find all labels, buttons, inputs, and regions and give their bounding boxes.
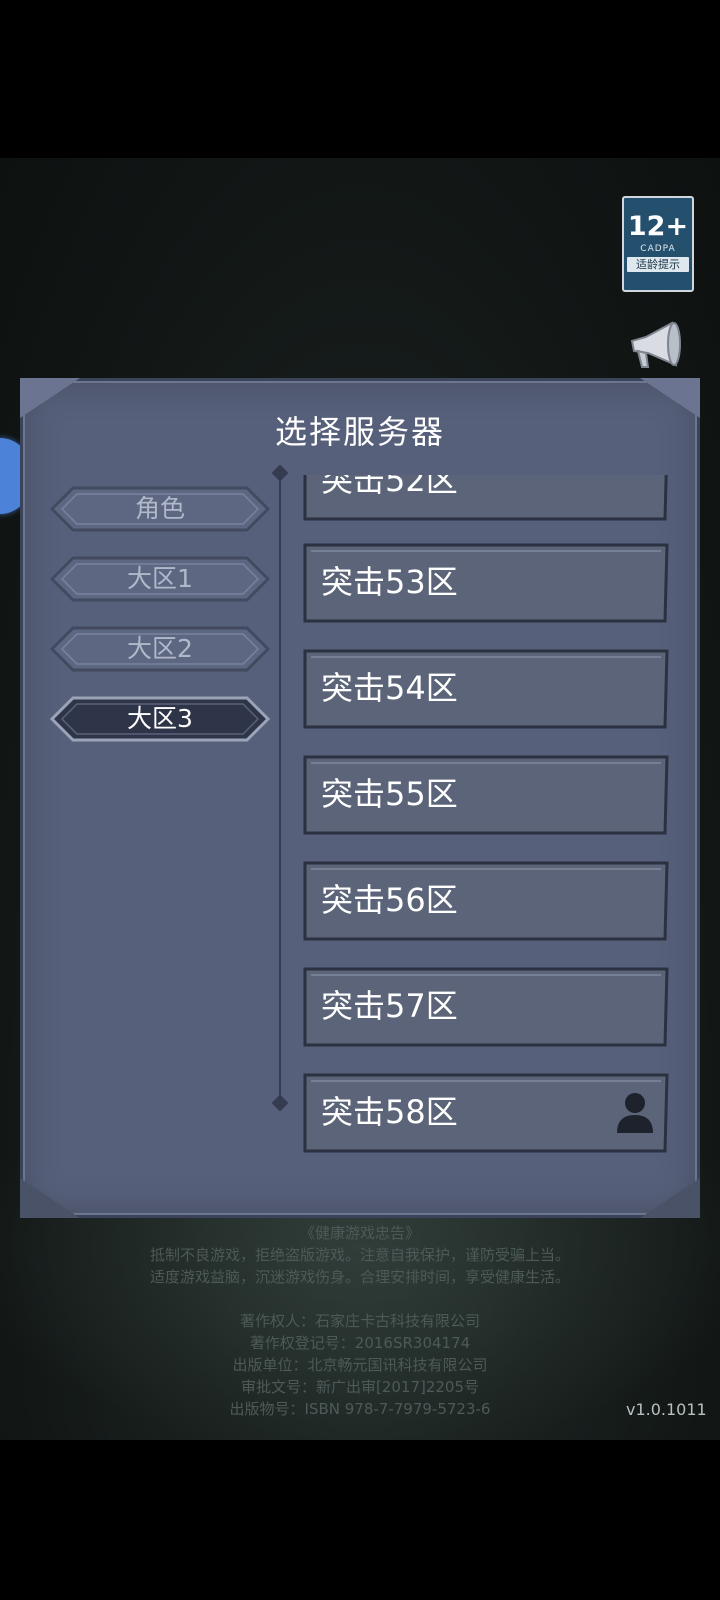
server-item[interactable]: 突击57区 xyxy=(303,965,669,1047)
server-name: 突击54区 xyxy=(321,669,458,707)
copyright-owner: 著作权人：石家庄卡古科技有限公司 xyxy=(239,1312,480,1330)
tab-region-1[interactable]: 大区1 xyxy=(49,555,271,603)
approval-number: 审批文号：新广出审[2017]2205号 xyxy=(240,1378,480,1396)
server-name: 突击53区 xyxy=(321,563,458,601)
dialog-title: 选择服务器 xyxy=(274,413,445,451)
tab-role[interactable]: 角色 xyxy=(49,485,271,533)
tab-region-3[interactable]: 大区3 xyxy=(49,695,271,743)
server-select-dialog: 选择服务器 角色 大区1 大区2 大区3 突击52区 突击53区 突击54区 突… xyxy=(20,378,700,1218)
dialog-corner-ornament xyxy=(640,1178,700,1218)
age-rating-tip: 适龄提示 xyxy=(627,257,689,272)
server-name: 突击57区 xyxy=(321,987,458,1025)
server-list[interactable]: 突击52区 突击53区 突击54区 突击55区 突击56区 突击57区 突击58… xyxy=(303,475,669,1155)
server-item[interactable]: 突击54区 xyxy=(303,647,669,729)
server-item[interactable]: 突击53区 xyxy=(303,541,669,623)
announcement-megaphone-icon[interactable] xyxy=(624,317,688,377)
user-icon xyxy=(617,1093,653,1133)
server-name: 突击58区 xyxy=(321,1093,458,1131)
tab-region-2[interactable]: 大区2 xyxy=(49,625,271,673)
server-name: 突击56区 xyxy=(321,881,458,919)
health-notice-title: 《健康游戏忠告》 xyxy=(299,1224,420,1242)
tab-label: 大区1 xyxy=(127,564,193,593)
list-divider xyxy=(279,473,281,1103)
server-name: 突击55区 xyxy=(321,775,458,813)
age-rating-number: 12+ xyxy=(627,211,689,242)
publisher: 出版单位：北京畅元国讯科技有限公司 xyxy=(232,1356,488,1374)
server-item[interactable]: 突击56区 xyxy=(303,859,669,941)
server-name: 突击52区 xyxy=(321,475,458,499)
dialog-corner-ornament xyxy=(20,1178,80,1218)
tab-label: 角色 xyxy=(134,494,185,523)
server-item[interactable]: 突击58区 xyxy=(303,1071,669,1153)
server-item[interactable]: 突击55区 xyxy=(303,753,669,835)
server-item[interactable]: 突击52区 xyxy=(303,475,669,521)
tab-label: 大区3 xyxy=(127,704,193,733)
divider-end-ornament xyxy=(271,1094,289,1112)
version-label: v1.0.1011 xyxy=(626,1400,707,1419)
age-rating-badge[interactable]: 12+ CADPA 适龄提示 xyxy=(622,196,694,292)
age-rating-org: CADPA xyxy=(640,244,676,254)
tab-label: 大区2 xyxy=(127,634,193,663)
health-notice-line: 抵制不良游戏，拒绝盗版游戏。注意自我保护，谨防受骗上当。 xyxy=(149,1246,570,1264)
divider-end-ornament xyxy=(271,464,289,482)
region-tabs: 角色 大区1 大区2 大区3 xyxy=(49,485,271,765)
health-notice: 《健康游戏忠告》 抵制不良游戏，拒绝盗版游戏。注意自我保护，谨防受骗上当。 适度… xyxy=(0,1222,720,1420)
copyright-reg-no: 著作权登记号：2016SR304174 xyxy=(249,1334,471,1352)
isbn: 出版物号：ISBN 978-7-7979-5723-6 xyxy=(229,1400,491,1418)
health-notice-line: 适度游戏益脑，沉迷游戏伤身。合理安排时间，享受健康生活。 xyxy=(149,1268,570,1286)
